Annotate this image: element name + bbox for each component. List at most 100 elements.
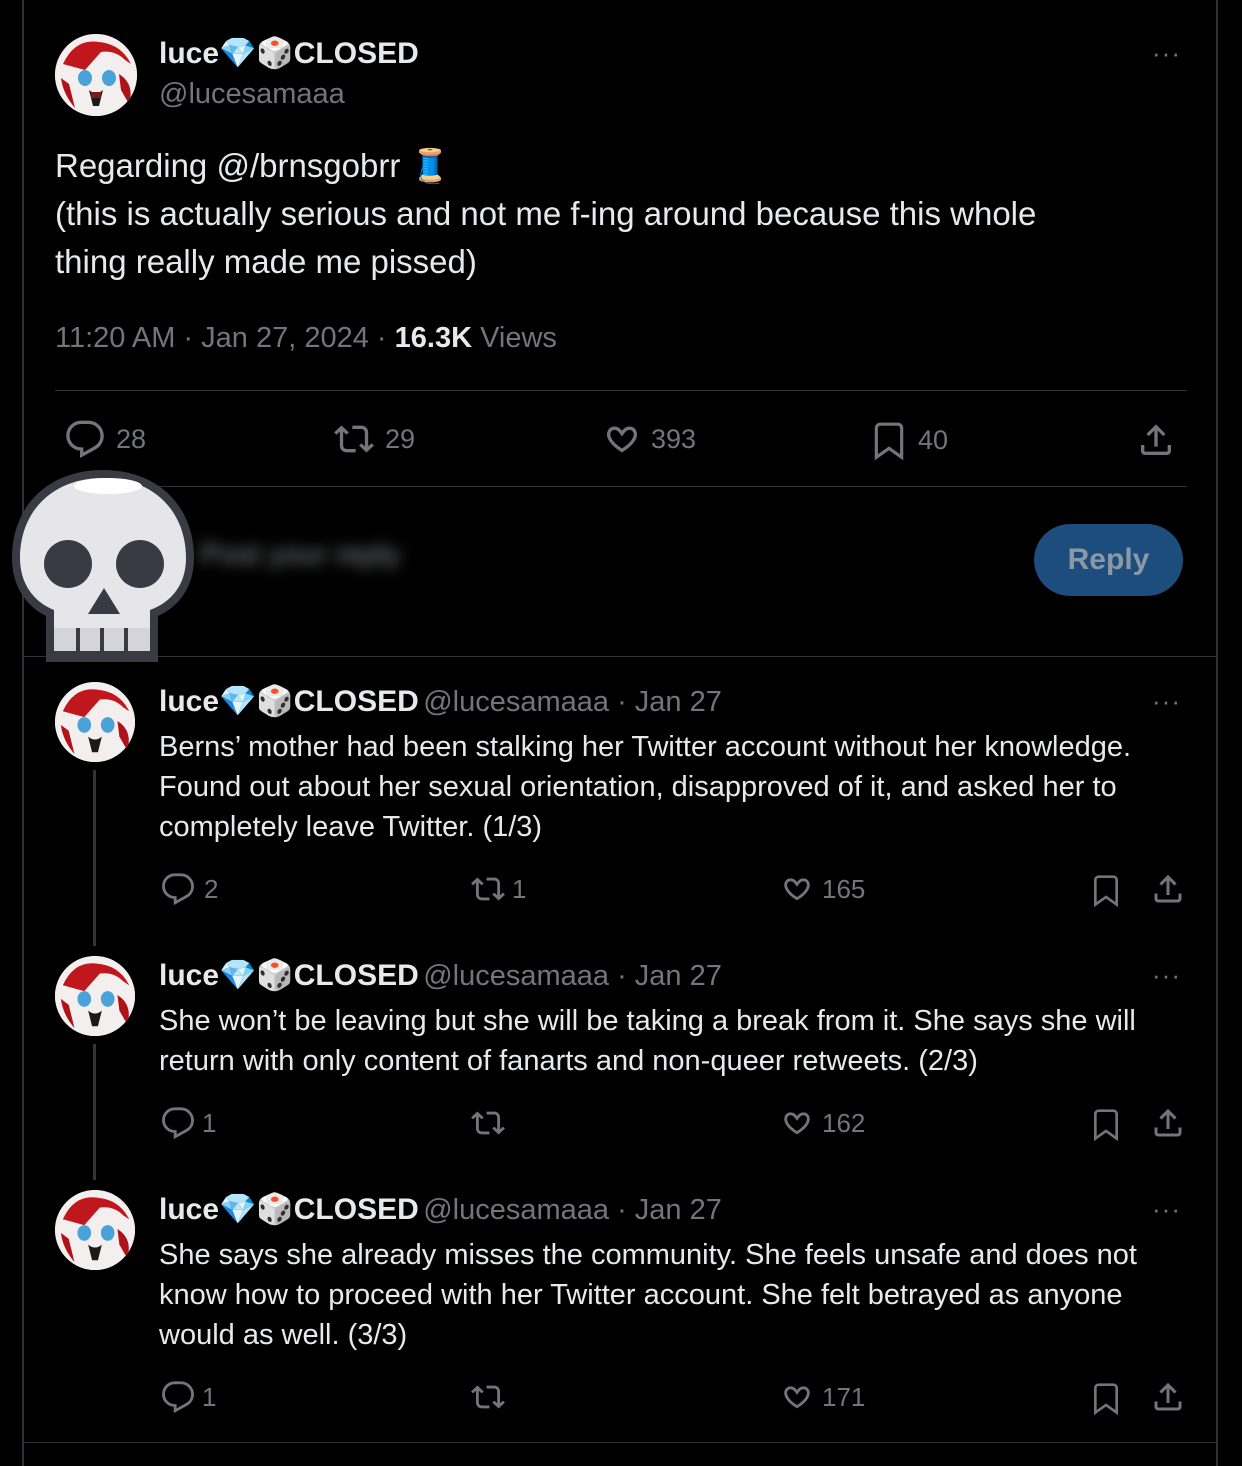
avatar[interactable] bbox=[55, 956, 135, 1036]
avatar-image bbox=[55, 1190, 135, 1270]
avatar[interactable] bbox=[55, 1190, 135, 1270]
reply-header: luce💎🎲CLOSED @lucesamaaa · Jan 27 bbox=[159, 684, 722, 719]
retweet-button[interactable]: 29 bbox=[331, 419, 415, 459]
share-button[interactable] bbox=[1150, 1379, 1186, 1415]
divider bbox=[24, 656, 1218, 657]
reply-button[interactable]: 2 bbox=[160, 872, 218, 906]
bookmark-icon bbox=[1094, 875, 1118, 908]
timestamp[interactable]: 11:20 AM · Jan 27, 2024 · bbox=[55, 322, 395, 354]
reply-text: She won’t be leaving but she will be tak… bbox=[159, 1005, 1136, 1077]
reply-icon bbox=[162, 1107, 194, 1140]
retweet-icon bbox=[471, 877, 505, 901]
reply-icon bbox=[162, 873, 194, 906]
handle[interactable]: @lucesamaaa bbox=[423, 1194, 609, 1226]
share-icon bbox=[1154, 874, 1182, 903]
reply-count: 1 bbox=[202, 1107, 217, 1138]
display-name[interactable]: luce bbox=[159, 959, 219, 992]
closed-label: CLOSED bbox=[293, 1193, 419, 1226]
retweet-icon bbox=[471, 1111, 505, 1135]
share-icon bbox=[1154, 1382, 1182, 1411]
like-count: 393 bbox=[651, 423, 697, 454]
closed-label: CLOSED bbox=[293, 685, 419, 718]
divider bbox=[24, 1442, 1218, 1443]
bookmark-icon bbox=[874, 422, 904, 461]
bookmark-button[interactable] bbox=[1090, 872, 1122, 908]
reply-input[interactable]: Post your reply bbox=[200, 538, 440, 578]
thread-spool-icon: 🧵 bbox=[409, 147, 451, 184]
divider bbox=[55, 390, 1187, 391]
bookmark-button[interactable] bbox=[1090, 1380, 1122, 1416]
divider bbox=[55, 486, 1187, 487]
tweet-meta: 11:20 AM · Jan 27, 2024 · 16.3K Views bbox=[55, 322, 557, 355]
bookmark-button[interactable]: 40 bbox=[870, 419, 948, 461]
bookmark-button[interactable] bbox=[1090, 1106, 1122, 1142]
retweet-icon bbox=[334, 425, 374, 453]
avatar[interactable] bbox=[55, 682, 135, 762]
closed-label: CLOSED bbox=[293, 37, 419, 70]
reply-text: Berns’ mother had been stalking her Twit… bbox=[159, 731, 1132, 843]
dice-icon: 🎲 bbox=[256, 1193, 294, 1226]
diamond-icon: 💎 bbox=[219, 1193, 257, 1226]
avatar[interactable] bbox=[55, 34, 137, 116]
avatar-image bbox=[55, 34, 137, 116]
bookmark-icon bbox=[1094, 1109, 1118, 1142]
reply-icon bbox=[66, 420, 104, 458]
heart-icon bbox=[607, 426, 637, 453]
handle[interactable]: @lucesamaaa bbox=[423, 960, 609, 992]
retweet-button[interactable] bbox=[468, 1380, 508, 1414]
like-button[interactable]: 165 bbox=[778, 872, 865, 906]
reply-text: She says she already misses the communit… bbox=[159, 1239, 1137, 1351]
retweet-button[interactable]: 1 bbox=[468, 872, 526, 906]
like-count: 162 bbox=[822, 1107, 866, 1138]
more-options-button[interactable]: ··· bbox=[1152, 38, 1181, 69]
reply-icon bbox=[162, 1381, 194, 1414]
reply-button[interactable]: 1 bbox=[160, 1380, 216, 1414]
post-date[interactable]: · Jan 27 bbox=[609, 686, 722, 718]
tweet-line-2: (this is actually serious and not me f-i… bbox=[55, 195, 1037, 232]
handle[interactable]: @lucesamaaa bbox=[159, 78, 345, 111]
tweet-text: Regarding @/brnsgobrr 🧵 (this is actuall… bbox=[55, 142, 1185, 286]
views-count: 16.3K bbox=[394, 322, 473, 354]
bookmark-icon bbox=[1094, 1383, 1118, 1416]
reply-button[interactable]: 28 bbox=[64, 419, 146, 459]
reply-count: 28 bbox=[116, 423, 147, 454]
reply-button[interactable]: 1 bbox=[160, 1106, 216, 1140]
share-button[interactable] bbox=[1150, 1105, 1186, 1141]
more-options-button[interactable]: ··· bbox=[1152, 960, 1181, 991]
diamond-icon: 💎 bbox=[219, 685, 257, 718]
reply-count: 2 bbox=[204, 873, 219, 904]
avatar-image bbox=[55, 956, 135, 1036]
like-button[interactable]: 171 bbox=[778, 1380, 865, 1414]
skull-emoji-icon bbox=[12, 470, 194, 662]
dice-icon: 🎲 bbox=[256, 685, 294, 718]
post-date[interactable]: · Jan 27 bbox=[609, 1194, 722, 1226]
tweet-line-1: Regarding @/brnsgobrr bbox=[55, 147, 401, 184]
share-button[interactable] bbox=[1150, 871, 1186, 907]
display-name[interactable]: luce bbox=[159, 37, 219, 70]
handle[interactable]: @lucesamaaa bbox=[423, 686, 609, 718]
like-button[interactable]: 393 bbox=[601, 419, 696, 459]
more-options-button[interactable]: ··· bbox=[1152, 686, 1181, 717]
post-date[interactable]: · Jan 27 bbox=[609, 960, 722, 992]
like-button[interactable]: 162 bbox=[778, 1106, 865, 1140]
share-button[interactable] bbox=[1136, 419, 1176, 461]
display-name[interactable]: luce bbox=[159, 685, 219, 718]
like-count: 171 bbox=[822, 1381, 866, 1412]
heart-icon bbox=[784, 1112, 810, 1135]
reply-count: 1 bbox=[202, 1381, 217, 1412]
reply-header: luce💎🎲CLOSED @lucesamaaa · Jan 27 bbox=[159, 1192, 722, 1227]
heart-icon bbox=[784, 878, 810, 901]
thread-line bbox=[93, 770, 96, 946]
diamond-icon: 💎 bbox=[219, 959, 257, 992]
display-name[interactable]: luce bbox=[159, 1193, 219, 1226]
reply-submit-button[interactable]: Reply bbox=[1034, 524, 1183, 596]
diamond-icon: 💎 bbox=[219, 37, 257, 70]
retweet-button[interactable] bbox=[468, 1106, 508, 1140]
retweet-count: 1 bbox=[512, 873, 527, 904]
closed-label: CLOSED bbox=[293, 959, 419, 992]
more-options-button[interactable]: ··· bbox=[1152, 1194, 1181, 1225]
share-icon bbox=[1154, 1108, 1182, 1137]
retweet-count: 29 bbox=[385, 423, 416, 454]
avatar-image bbox=[55, 682, 135, 762]
like-count: 165 bbox=[822, 873, 866, 904]
